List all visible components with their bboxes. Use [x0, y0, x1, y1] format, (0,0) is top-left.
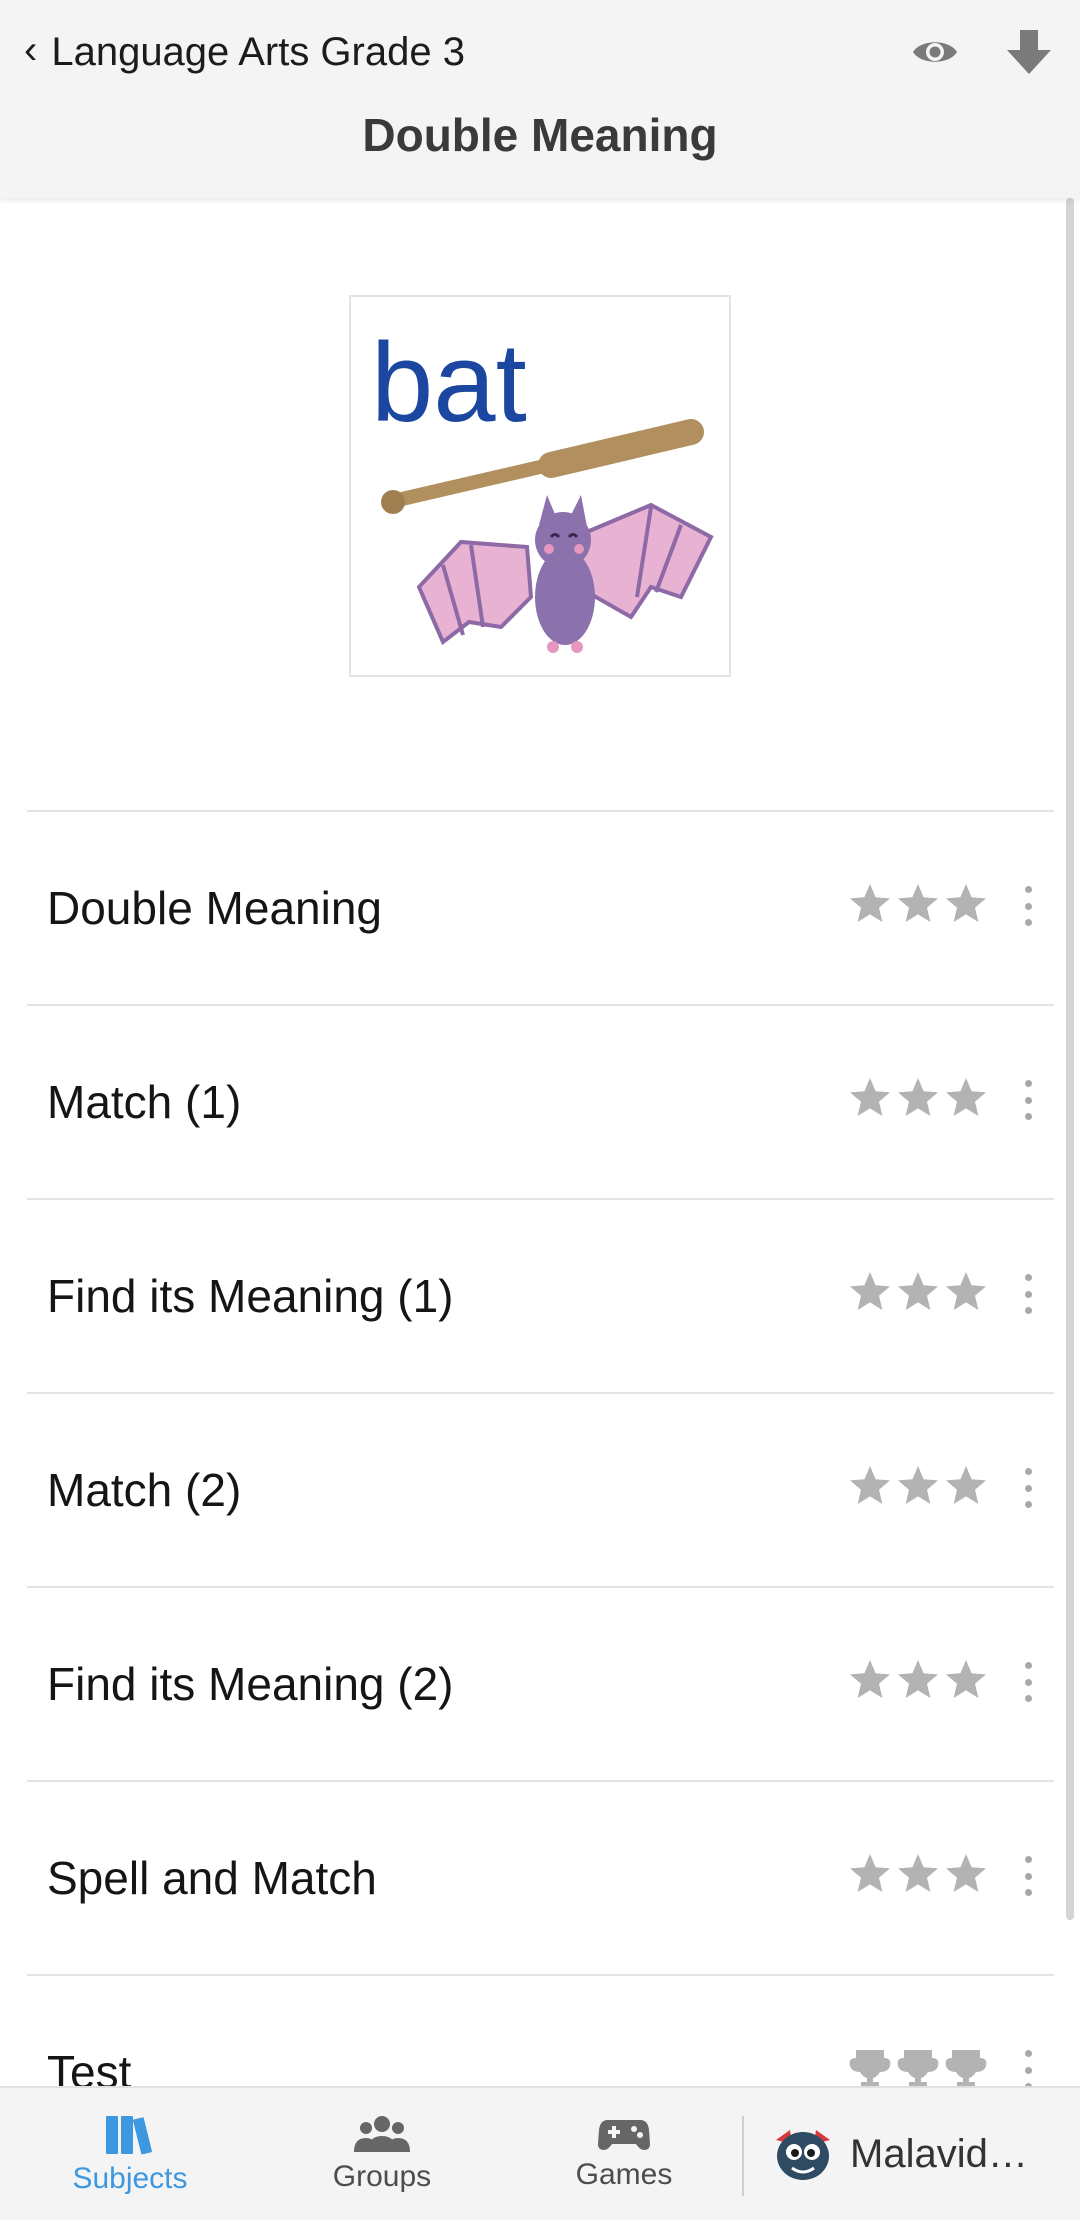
more-options-icon[interactable]	[1022, 886, 1034, 926]
tab-groups-label: Groups	[332, 2160, 432, 2193]
back-label: Language Arts Grade 3	[51, 29, 465, 74]
download-icon[interactable]	[1002, 25, 1056, 79]
star-icon	[850, 1466, 890, 1504]
monster-avatar	[776, 2130, 830, 2180]
star-icon	[898, 1466, 938, 1504]
back-button[interactable]: ‹ Language Arts Grade 3	[24, 24, 465, 80]
group-icon	[354, 2116, 410, 2152]
lesson-row[interactable]: Find its Meaning (2)	[27, 1586, 1054, 1780]
gamepad-icon	[598, 2120, 650, 2150]
star-icon	[946, 1660, 986, 1698]
tab-games-label: Games	[575, 2158, 673, 2191]
rating-stars	[848, 1270, 988, 1314]
lesson-title: Find its Meaning (1)	[47, 1270, 454, 1322]
more-options-icon[interactable]	[1022, 2050, 1034, 2086]
rating-stars	[848, 1852, 988, 1896]
lesson-row[interactable]: Match (1)	[27, 1004, 1054, 1198]
more-options-icon[interactable]	[1022, 1856, 1034, 1896]
thumbnail-word: bat	[371, 320, 527, 445]
lesson-title: Spell and Match	[47, 1852, 377, 1904]
lesson-row[interactable]: Test	[27, 1974, 1054, 2086]
trophy-icon	[849, 2050, 891, 2086]
star-icon	[946, 1854, 986, 1892]
bottom-nav: Subjects Groups Games Malavid…	[0, 2086, 1080, 2220]
star-icon	[946, 1466, 986, 1504]
rating-trophies	[848, 2046, 988, 2086]
lesson-row[interactable]: Find its Meaning (1)	[27, 1198, 1054, 1392]
page-title: Double Meaning	[362, 109, 718, 161]
lesson-title: Double Meaning	[47, 882, 383, 934]
app-header: ‹ Language Arts Grade 3 Double Meaning	[0, 0, 1080, 198]
eye-icon[interactable]	[908, 25, 962, 79]
lesson-row[interactable]: Double Meaning	[27, 810, 1054, 1004]
header-actions	[908, 24, 1056, 80]
star-icon	[946, 1272, 986, 1310]
rating-stars	[848, 1464, 988, 1508]
trophy-icon	[945, 2050, 987, 2086]
lesson-title: Find its Meaning (2)	[47, 1658, 454, 1710]
trophy-icon	[897, 2050, 939, 2086]
chevron-left-icon: ‹	[24, 28, 38, 72]
more-options-icon[interactable]	[1022, 1662, 1034, 1702]
nav-divider	[742, 2116, 744, 2196]
more-options-icon[interactable]	[1022, 1080, 1034, 1120]
star-icon	[946, 1078, 986, 1116]
star-icon	[898, 1078, 938, 1116]
profile-name: Malavid…	[850, 2131, 1028, 2176]
lesson-title: Match (2)	[47, 1464, 242, 1516]
rating-stars	[848, 1658, 988, 1702]
tab-groups[interactable]: Groups	[302, 2088, 462, 2220]
tab-games[interactable]: Games	[544, 2088, 704, 2220]
star-icon	[850, 1272, 890, 1310]
books-icon	[106, 2116, 152, 2155]
rating-stars	[848, 882, 988, 926]
star-icon	[898, 884, 938, 922]
lesson-row[interactable]: Match (2)	[27, 1392, 1054, 1586]
star-icon	[946, 884, 986, 922]
profile-button[interactable]: Malavid…	[770, 2088, 1028, 2220]
lesson-title: Test	[47, 2046, 132, 2086]
tab-subjects-label: Subjects	[72, 2162, 188, 2195]
lesson-title: Match (1)	[47, 1076, 242, 1128]
star-icon	[898, 1660, 938, 1698]
star-icon	[898, 1854, 938, 1892]
more-options-icon[interactable]	[1022, 1274, 1034, 1314]
screen: ‹ Language Arts Grade 3 Double Meaning b…	[0, 0, 1080, 2220]
star-icon	[898, 1272, 938, 1310]
star-icon	[850, 1078, 890, 1116]
star-icon	[850, 884, 890, 922]
more-options-icon[interactable]	[1022, 1468, 1034, 1508]
star-icon	[850, 1854, 890, 1892]
scrollbar[interactable]	[1066, 198, 1074, 1920]
topic-image: bat	[349, 295, 731, 677]
lesson-row[interactable]: Spell and Match	[27, 1780, 1054, 1974]
tab-subjects[interactable]: Subjects	[50, 2088, 210, 2220]
flying-bat-icon	[416, 495, 714, 653]
star-icon	[850, 1660, 890, 1698]
lesson-content[interactable]: bat Double Meaning Match (1) Find its Me…	[0, 198, 1080, 2086]
lesson-list: Double Meaning Match (1) Find its Meanin…	[27, 810, 1054, 2086]
rating-stars	[848, 1076, 988, 1120]
